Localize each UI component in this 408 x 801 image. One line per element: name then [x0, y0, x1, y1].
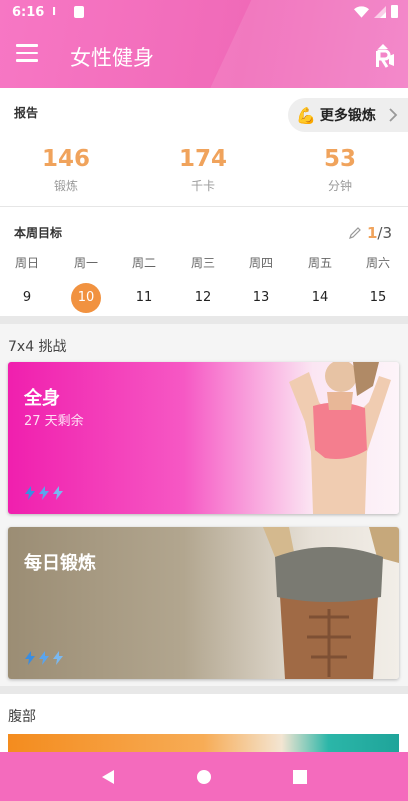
battery-icon — [391, 5, 398, 18]
day-date: 11 — [135, 290, 153, 305]
muscle-icon: 💪 — [296, 105, 316, 125]
more-workouts-label: 更多锻炼 — [319, 108, 376, 124]
stat-unit: 锻炼 — [53, 179, 78, 193]
signal-icon — [374, 5, 386, 18]
menu-icon[interactable] — [16, 44, 38, 64]
chevron-right-icon — [389, 108, 398, 122]
coach-icon[interactable] — [370, 42, 396, 70]
stat-value: 53 — [323, 146, 356, 172]
weekly-goal-count[interactable]: 1/3 — [349, 224, 392, 242]
day-monday[interactable]: 周一 10 — [66, 254, 106, 313]
stat-calories: 174 千卡 — [153, 146, 253, 194]
bolt-icon — [53, 486, 63, 500]
day-friday[interactable]: 周五 14 — [300, 254, 340, 313]
stat-minutes: 53 分钟 — [290, 146, 390, 194]
card-title: 全身 — [24, 388, 60, 409]
report-label: 报告 — [14, 106, 39, 120]
day-name: 周五 — [307, 256, 332, 270]
day-date: 9 — [22, 290, 32, 305]
day-saturday[interactable]: 周六 15 — [358, 254, 398, 313]
day-date-today: 10 — [71, 283, 101, 313]
full-body-card[interactable]: 全身 27 天剩余 — [8, 362, 399, 514]
bolt-icon — [39, 486, 49, 500]
day-name: 周四 — [248, 256, 273, 270]
status-bar: 6:16 I — [0, 0, 408, 26]
bolt-icon — [25, 486, 35, 500]
abs-label: 腹部 — [8, 709, 36, 725]
sd-card-icon — [74, 6, 84, 18]
fitness-model-image — [289, 362, 391, 514]
difficulty-bolts — [24, 486, 64, 500]
card-title: 每日锻炼 — [24, 553, 96, 574]
card-subtitle: 27 天剩余 — [24, 414, 84, 429]
bolt-icon — [53, 651, 63, 665]
day-name: 周二 — [131, 256, 156, 270]
weekly-goal-label: 本周目标 — [14, 226, 63, 240]
pencil-icon[interactable] — [349, 227, 361, 239]
bolt-icon — [25, 651, 35, 665]
day-date: 14 — [311, 290, 329, 305]
day-thursday[interactable]: 周四 13 — [241, 254, 281, 313]
stat-value: 174 — [178, 146, 227, 172]
wifi-icon — [354, 5, 369, 18]
goal-done: 1 — [366, 224, 378, 242]
more-workouts-button[interactable]: 💪 更多锻炼 — [288, 98, 408, 132]
report-card: 报告 💪 更多锻炼 146 锻炼 174 千卡 53 分钟 本周目标 1/3 周… — [0, 88, 408, 316]
day-name: 周三 — [190, 256, 215, 270]
notification-icon: I — [52, 5, 57, 18]
app-bar: 6:16 I 女性健身 — [0, 0, 408, 88]
day-date: 15 — [369, 290, 387, 305]
day-name: 周六 — [365, 256, 390, 270]
difficulty-bolts — [24, 651, 64, 665]
app-title: 女性健身 — [70, 46, 154, 70]
day-tuesday[interactable]: 周二 11 — [124, 254, 164, 313]
home-button[interactable] — [193, 766, 215, 788]
challenge-section: 7x4 挑战 全身 27 天剩余 每日锻炼 — [0, 324, 408, 686]
back-button[interactable] — [97, 766, 119, 788]
recents-icon — [293, 769, 307, 784]
abs-section: 腹部 — [0, 694, 408, 754]
day-name: 周日 — [14, 256, 39, 270]
stat-unit: 千卡 — [190, 179, 215, 193]
fitness-model-image — [263, 527, 399, 679]
stat-unit: 分钟 — [327, 179, 352, 193]
stats-row: 146 锻炼 174 千卡 53 分钟 — [0, 146, 408, 206]
back-icon — [102, 769, 114, 784]
day-date: 12 — [194, 290, 212, 305]
day-date: 13 — [252, 290, 270, 305]
navigation-bar — [0, 752, 408, 801]
stat-value: 146 — [41, 146, 90, 172]
daily-workout-card[interactable]: 每日锻炼 — [8, 527, 399, 679]
recents-button[interactable] — [289, 766, 311, 788]
challenge-label: 7x4 挑战 — [8, 339, 67, 355]
day-wednesday[interactable]: 周三 12 — [183, 254, 223, 313]
goal-total: /3 — [377, 224, 392, 242]
status-time: 6:16 — [12, 5, 45, 20]
bolt-icon — [39, 651, 49, 665]
abs-card[interactable] — [8, 734, 399, 754]
divider — [0, 206, 408, 207]
day-name: 周一 — [73, 256, 98, 270]
home-icon — [197, 769, 211, 784]
day-sunday[interactable]: 周日 9 — [7, 254, 47, 313]
stat-workouts: 146 锻炼 — [16, 146, 116, 194]
